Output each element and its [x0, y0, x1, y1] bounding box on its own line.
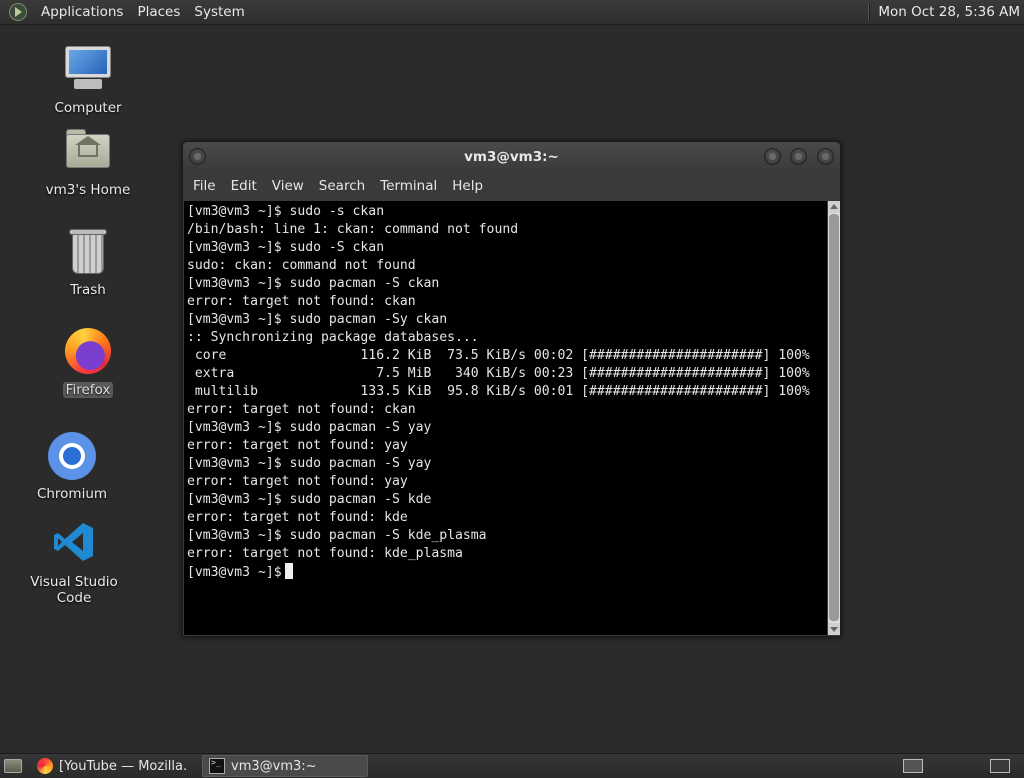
- terminal-line: :: Synchronizing package databases...: [187, 330, 479, 345]
- terminal-line: [vm3@vm3 ~]$ sudo pacman -S kde_plasma: [187, 528, 487, 543]
- menu-edit[interactable]: Edit: [225, 178, 263, 194]
- window-menu-icon[interactable]: [189, 148, 206, 165]
- menu-file[interactable]: File: [187, 178, 222, 194]
- workspace-switcher-1[interactable]: [903, 759, 923, 773]
- window-titlebar[interactable]: vm3@vm3:~: [183, 142, 840, 172]
- distro-logo-icon[interactable]: [9, 3, 27, 21]
- terminal-prompt-line[interactable]: [vm3@vm3 ~]$: [187, 563, 827, 582]
- show-desktop-icon[interactable]: [4, 759, 22, 773]
- trash-icon: [62, 226, 114, 278]
- desktop-icon-label: Firefox: [62, 382, 114, 398]
- desktop-icon-label: vm3's Home: [45, 182, 131, 198]
- desktop-icon-label: Chromium: [36, 486, 108, 502]
- scrollbar-thumb[interactable]: [829, 214, 839, 621]
- top-panel: Applications Places System Mon Oct 28, 5…: [0, 0, 1024, 25]
- terminal-line: [vm3@vm3 ~]$ sudo -s ckan: [187, 204, 385, 219]
- desktop-icon-chromium[interactable]: Chromium: [12, 430, 132, 502]
- terminal-output[interactable]: [vm3@vm3 ~]$ sudo -s ckan/bin/bash: line…: [184, 201, 827, 635]
- terminal-scrollbar[interactable]: [828, 201, 840, 635]
- terminal-line: /bin/bash: line 1: ckan: command not fou…: [187, 222, 519, 237]
- desktop-icon-label: Visual Studio Code: [30, 574, 118, 606]
- terminal-line: error: target not found: kde_plasma: [187, 546, 463, 561]
- clock[interactable]: Mon Oct 28, 5:36 AM: [878, 4, 1024, 20]
- workspace-switcher-2[interactable]: [990, 759, 1010, 773]
- terminal-menubar: File Edit View Search Terminal Help: [183, 172, 840, 200]
- desktop-icon-trash[interactable]: Trash: [28, 226, 148, 298]
- terminal-line: error: target not found: kde: [187, 510, 408, 525]
- minimize-button[interactable]: [764, 148, 781, 165]
- terminal-line: multilib 133.5 KiB 95.8 KiB/s 00:01 [###…: [187, 384, 810, 399]
- terminal-line: error: target not found: yay: [187, 438, 408, 453]
- desktop-icon-home[interactable]: vm3's Home: [28, 126, 148, 198]
- maximize-button[interactable]: [790, 148, 807, 165]
- menu-applications[interactable]: Applications: [34, 0, 130, 25]
- terminal-window[interactable]: vm3@vm3:~ File Edit View Search Terminal…: [182, 141, 841, 637]
- terminal-line: error: target not found: ckan: [187, 294, 416, 309]
- vscode-icon: [48, 518, 100, 570]
- menu-view[interactable]: View: [266, 178, 310, 194]
- firefox-icon: [37, 758, 53, 774]
- terminal-line: sudo: ckan: command not found: [187, 258, 416, 273]
- panel-separator: [868, 3, 871, 21]
- computer-icon: [62, 44, 114, 96]
- desktop-icon-vscode[interactable]: Visual Studio Code: [14, 518, 134, 606]
- desktop-icon-label: Trash: [70, 282, 106, 298]
- menu-system[interactable]: System: [187, 0, 251, 25]
- terminal-line: extra 7.5 MiB 340 KiB/s 00:23 [#########…: [187, 366, 810, 381]
- firefox-icon: [62, 326, 114, 378]
- taskbar-item-terminal[interactable]: vm3@vm3:~: [202, 755, 368, 777]
- menu-search[interactable]: Search: [313, 178, 371, 194]
- desktop-icon-computer[interactable]: Computer: [28, 44, 148, 116]
- taskbar-item-label: [YouTube — Mozilla...: [59, 758, 187, 774]
- chromium-icon: [46, 430, 98, 482]
- scroll-down-arrow-icon[interactable]: [828, 623, 840, 635]
- terminal-line: [vm3@vm3 ~]$ sudo pacman -Sy ckan: [187, 312, 448, 327]
- panel-tray: Mon Oct 28, 5:36 AM: [868, 0, 1024, 25]
- menu-help[interactable]: Help: [446, 178, 489, 194]
- terminal-line: [vm3@vm3 ~]$ sudo -S ckan: [187, 240, 385, 255]
- home-folder-icon: [62, 126, 114, 178]
- scroll-up-arrow-icon[interactable]: [828, 201, 840, 213]
- text-cursor: [284, 563, 293, 579]
- terminal-line: [vm3@vm3 ~]$ sudo pacman -S yay: [187, 456, 432, 471]
- terminal-prompt: [vm3@vm3 ~]$: [187, 565, 282, 580]
- terminal-line: [vm3@vm3 ~]$ sudo pacman -S ckan: [187, 276, 440, 291]
- terminal-icon: [209, 758, 225, 774]
- menu-terminal[interactable]: Terminal: [374, 178, 443, 194]
- menu-places[interactable]: Places: [130, 0, 187, 25]
- bottom-panel: [YouTube — Mozilla... vm3@vm3:~: [0, 753, 1024, 778]
- terminal-line: [vm3@vm3 ~]$ sudo pacman -S yay: [187, 420, 432, 435]
- terminal-line: error: target not found: ckan: [187, 402, 416, 417]
- terminal-line: error: target not found: yay: [187, 474, 408, 489]
- taskbar-item-firefox[interactable]: [YouTube — Mozilla...: [30, 755, 194, 777]
- terminal-line: core 116.2 KiB 73.5 KiB/s 00:02 [#######…: [187, 348, 810, 363]
- window-title: vm3@vm3:~: [464, 149, 559, 165]
- terminal-line: [vm3@vm3 ~]$ sudo pacman -S kde: [187, 492, 432, 507]
- taskbar-item-label: vm3@vm3:~: [231, 758, 317, 774]
- desktop-icon-label: Computer: [54, 100, 122, 116]
- desktop-icon-firefox[interactable]: Firefox: [28, 326, 148, 398]
- close-button[interactable]: [817, 148, 834, 165]
